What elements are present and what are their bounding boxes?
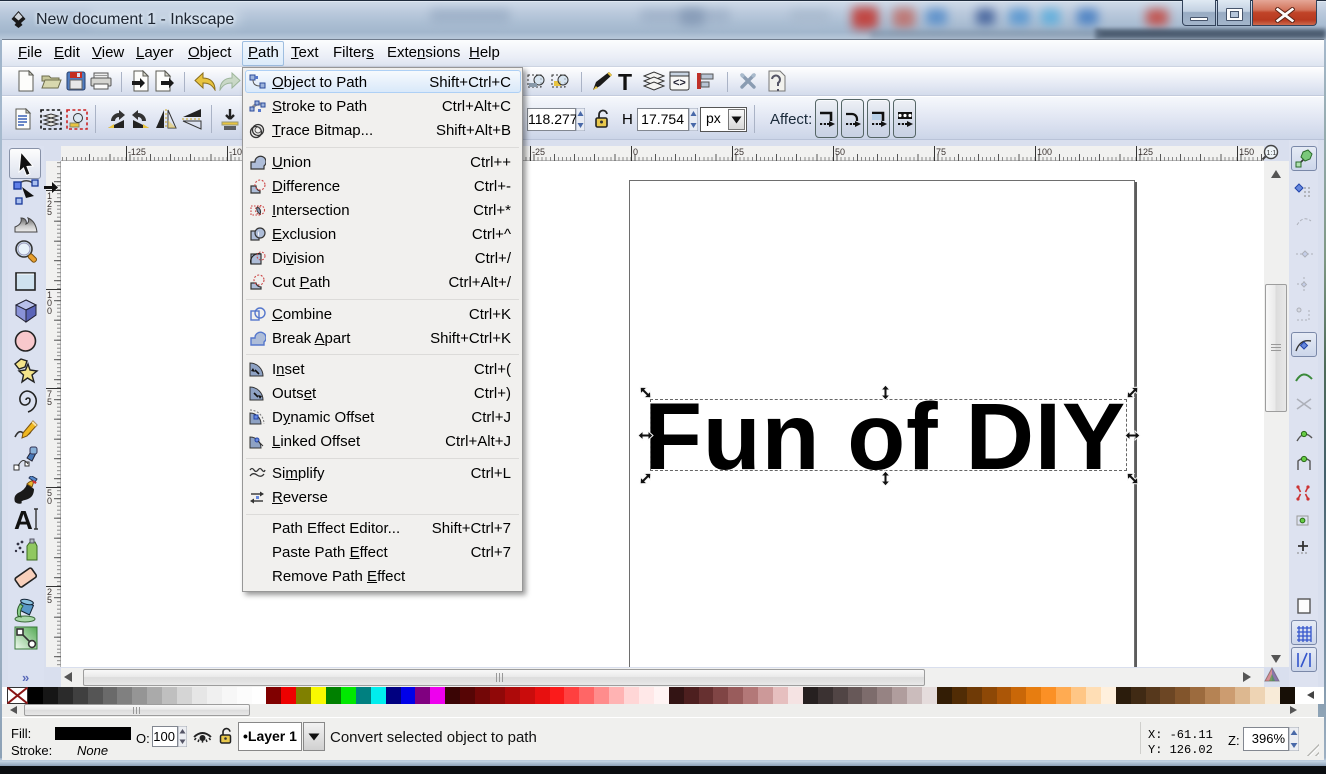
svg-text:A: A [14,506,33,534]
svg-text:1:1: 1:1 [1267,150,1277,157]
svg-text:<>: <> [673,77,686,89]
